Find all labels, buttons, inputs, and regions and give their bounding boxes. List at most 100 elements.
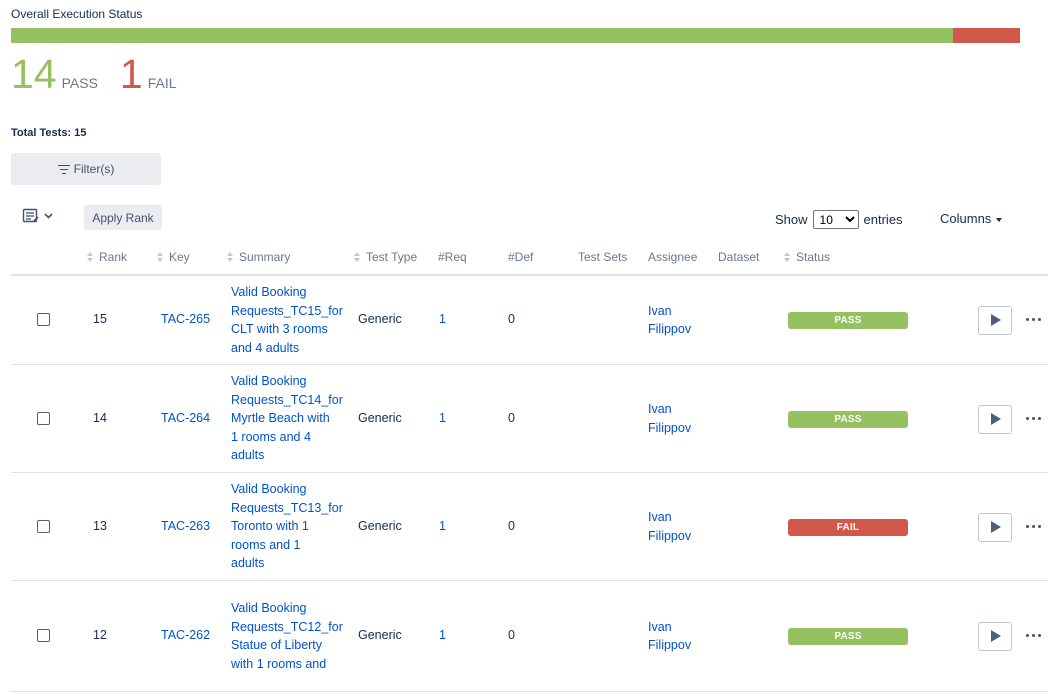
req-cell: 1 (439, 519, 446, 533)
key-cell: TAC-263 (161, 519, 210, 533)
assignee-line: Filippov (648, 638, 692, 652)
key-cell: TAC-262 (161, 628, 210, 642)
rank-cell: 14 (93, 410, 107, 425)
fail-count-label: FAIL (147, 75, 177, 91)
assignee-line: Ivan (648, 303, 672, 318)
table-row: 13 TAC-263 Valid Booking Requests_TC13_for T… (11, 473, 1048, 581)
filter-lines-icon (57, 164, 70, 174)
sort-icon (227, 251, 235, 262)
def-cell: 0 (508, 410, 515, 425)
summary-link[interactable]: Valid Booking Requests_TC12_for Statue of … (231, 599, 343, 673)
summary-line: Valid Booking (231, 285, 307, 299)
more-dots-icon[interactable] (1026, 524, 1044, 530)
summary-line: Toronto with 1 (231, 519, 309, 534)
sort-icon (784, 251, 792, 262)
column-header-key[interactable]: Key (157, 250, 190, 264)
play-icon[interactable] (978, 404, 1012, 434)
chevron-down-icon (996, 217, 1003, 222)
execution-progress-bar (11, 28, 1020, 43)
test-type-cell: Generic (358, 312, 402, 326)
more-dots-icon[interactable] (1026, 317, 1044, 323)
column-header-rank[interactable]: Rank (87, 250, 127, 264)
summary-line: Valid Booking (231, 374, 307, 389)
rank-cell: 15 (93, 312, 107, 326)
summary-line: Valid Booking (231, 482, 307, 497)
progress-pass-segment (11, 28, 953, 43)
test-type-cell: Generic (358, 518, 402, 533)
summary-line: CLT with 3 rooms (231, 322, 328, 336)
overall-status-title: Overall Execution Status (11, 7, 143, 21)
test-key-link[interactable]: TAC-264 (161, 411, 210, 425)
assignee-line: Ivan (648, 619, 672, 634)
list-view-icon[interactable] (22, 207, 56, 225)
status-badge: PASS (788, 410, 908, 428)
status-badge: FAIL (788, 518, 908, 536)
test-key-link[interactable]: TAC-265 (161, 312, 210, 326)
columns-dropdown[interactable]: Columns (940, 211, 1003, 226)
test-type-cell: Generic (358, 628, 402, 642)
entries-select[interactable]: 10 (812, 210, 859, 229)
summary-line: Requests_TC12_for (231, 619, 343, 634)
assignee-link[interactable]: Ivan Filippov (648, 302, 708, 339)
def-cell: 0 (508, 518, 515, 533)
row-checkbox[interactable] (37, 519, 50, 533)
status-badge: PASS (788, 628, 908, 645)
play-icon[interactable] (978, 306, 1012, 335)
column-header-summary[interactable]: Summary (227, 250, 290, 264)
play-icon[interactable] (978, 512, 1012, 542)
column-header-status[interactable]: Status (784, 250, 830, 264)
assignee-link[interactable]: Ivan Filippov (648, 618, 708, 655)
column-header-test-type[interactable]: Test Type (354, 250, 417, 264)
total-tests: Total Tests: 15 (11, 127, 87, 139)
req-cell: 1 (439, 411, 446, 425)
row-checkbox[interactable] (37, 313, 50, 326)
summary-line: Valid Booking (231, 601, 307, 615)
entries-label: entries (863, 212, 903, 227)
sort-icon (354, 251, 362, 262)
column-header-test-sets: Test Sets (578, 250, 628, 264)
summary-line: and 4 adults (231, 340, 300, 355)
more-dots-icon[interactable] (1026, 633, 1044, 639)
req-count-link[interactable]: 1 (439, 411, 446, 425)
key-cell: TAC-264 (161, 411, 210, 425)
filter-button-label: Filter(s) (73, 162, 115, 176)
show-label: Show (775, 212, 808, 227)
status-badge: PASS (788, 312, 908, 329)
test-key-link[interactable]: TAC-262 (161, 628, 210, 642)
assignee-link[interactable]: Ivan Filippov (648, 508, 708, 545)
status-counts: 14 PASS 1 FAIL (11, 52, 177, 96)
entries-selector: Show 10 entries (775, 210, 903, 229)
assignee-line: Filippov (648, 420, 692, 435)
summary-line: adults (231, 556, 265, 571)
fail-count: 1 (119, 51, 143, 97)
assignee-line: Ivan (648, 510, 672, 524)
summary-link[interactable]: Valid Booking Requests_TC15_for CLT with 3… (231, 283, 343, 357)
row-checkbox[interactable] (37, 411, 50, 425)
summary-link[interactable]: Valid Booking Requests_TC13_for Toronto wi… (231, 480, 343, 573)
req-count-link[interactable]: 1 (439, 628, 446, 642)
test-key-link[interactable]: TAC-263 (161, 519, 210, 533)
column-header-dataset: Dataset (718, 250, 760, 264)
req-count-link[interactable]: 1 (439, 312, 446, 326)
table-header: Rank Key Summary Test Type #Req #Def Tes… (11, 241, 1048, 276)
table-row: 12 TAC-262 Valid Booking Requests_TC12_for S… (11, 581, 1048, 692)
assignee-line: Filippov (648, 528, 692, 543)
req-count-link[interactable]: 1 (439, 519, 446, 533)
summary-link[interactable]: Valid Booking Requests_TC14_for Myrtle Bea… (231, 372, 343, 465)
summary-line: adults (231, 448, 265, 463)
apply-rank-button[interactable]: Apply Rank (84, 205, 162, 230)
rank-cell: 13 (93, 518, 107, 533)
row-checkbox[interactable] (37, 629, 50, 642)
sort-icon (157, 251, 165, 262)
summary-line: with 1 rooms and (231, 656, 327, 671)
req-cell: 1 (439, 312, 446, 326)
columns-label: Columns (940, 211, 992, 226)
def-cell: 0 (508, 312, 515, 326)
summary-line: 1 rooms and 4 (231, 429, 311, 444)
more-dots-icon[interactable] (1026, 416, 1044, 422)
filter-button[interactable]: Filter(s) (11, 153, 161, 185)
assignee-link[interactable]: Ivan Filippov (648, 400, 708, 437)
play-icon[interactable] (978, 622, 1012, 651)
column-header-assignee: Assignee (648, 250, 698, 264)
summary-line: Requests_TC13_for (231, 500, 343, 515)
